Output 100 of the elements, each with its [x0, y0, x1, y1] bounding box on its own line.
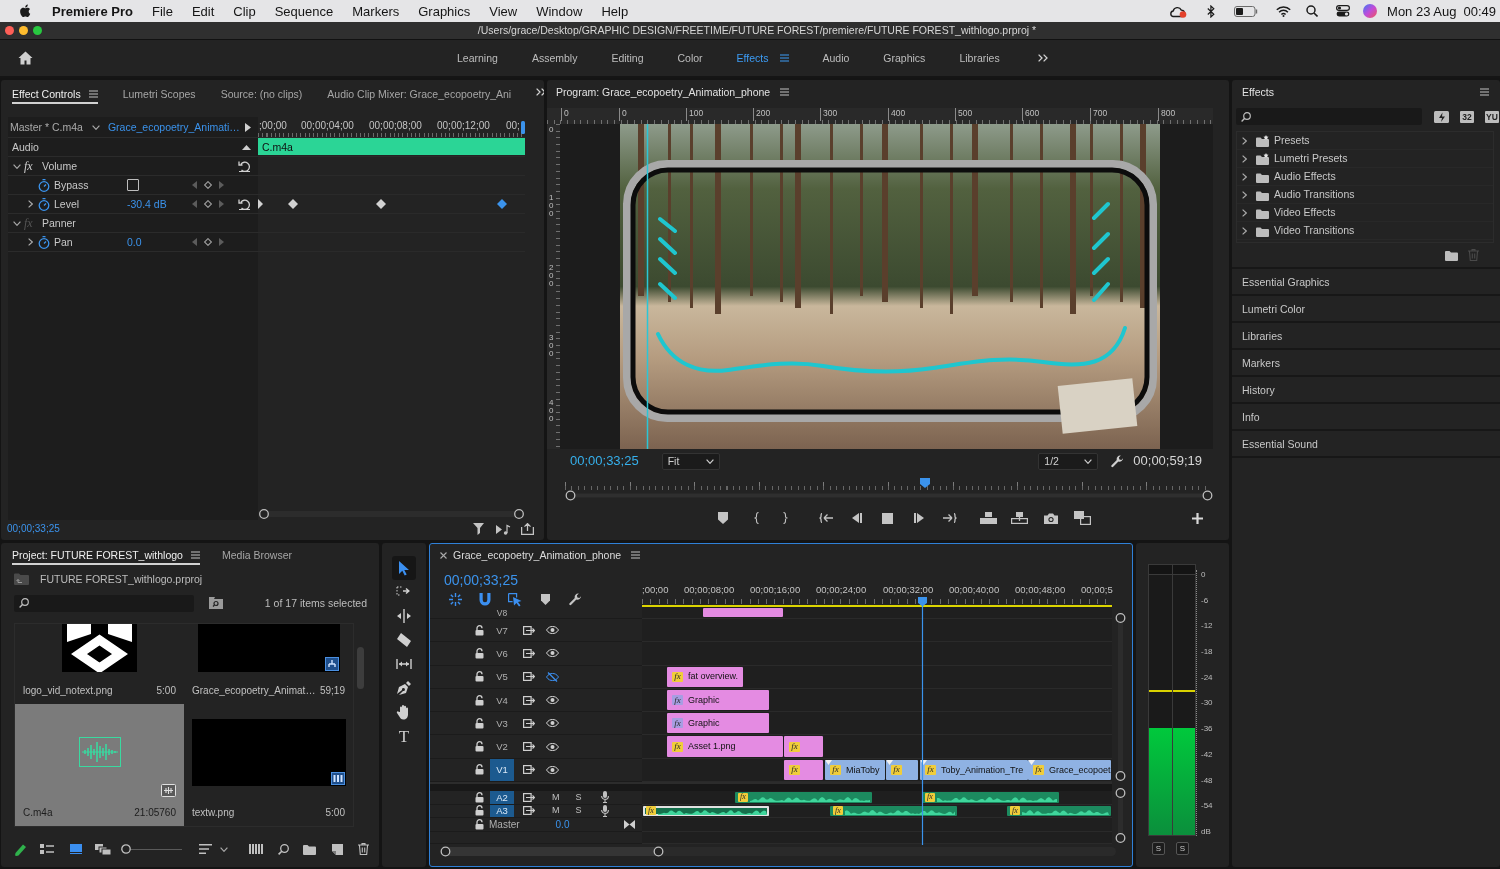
orb-icon[interactable]: [1363, 4, 1378, 18]
wifi-icon[interactable]: [1276, 5, 1292, 17]
tree-item[interactable]: Presets: [1237, 132, 1493, 150]
bowtie-icon[interactable]: [624, 820, 635, 830]
microphone-icon[interactable]: [600, 791, 609, 804]
block-on-outline-icon[interactable]: [1011, 512, 1028, 524]
stopwatch-icon[interactable]: [38, 197, 50, 211]
diamond-icon[interactable]: [204, 181, 212, 189]
graphic-clip[interactable]: fx: [784, 736, 823, 757]
keyframe-icon[interactable]: [376, 199, 386, 209]
frame-arrow-icon[interactable]: [523, 742, 535, 752]
menu-icon[interactable]: [1480, 88, 1489, 96]
menu-icon[interactable]: [780, 88, 790, 96]
chevron-right-icon[interactable]: [1242, 208, 1247, 217]
overlapping-squares-icon[interactable]: [1074, 511, 1091, 525]
video-clip[interactable]: fx Grace_ecopoet: [1028, 759, 1111, 781]
pointer-box-icon[interactable]: [508, 592, 522, 607]
chevron-right-icon[interactable]: [1242, 136, 1247, 145]
unlock-icon[interactable]: [475, 764, 484, 776]
solo-button[interactable]: S: [1152, 842, 1165, 855]
panel-header[interactable]: History: [1232, 375, 1500, 402]
track-label[interactable]: V5: [490, 665, 514, 688]
close-window-icon[interactable]: [5, 26, 14, 35]
search-icon[interactable]: [1306, 5, 1319, 17]
left-triangle-icon[interactable]: [192, 200, 197, 208]
stopwatch-icon[interactable]: [38, 235, 50, 249]
slider-thumb[interactable]: [121, 844, 131, 854]
step-back-icon[interactable]: [852, 513, 862, 523]
frame-arrow-icon[interactable]: [523, 792, 535, 802]
playhead[interactable]: [917, 597, 928, 845]
search-field[interactable]: [14, 594, 194, 612]
video-clip[interactable]: fx: [886, 759, 918, 781]
folder-search-icon[interactable]: [209, 597, 223, 609]
menu-item[interactable]: Window: [536, 3, 583, 19]
right-triangle-icon[interactable]: [219, 200, 224, 208]
unlock-icon[interactable]: [475, 647, 484, 659]
unlock-icon[interactable]: [475, 741, 484, 753]
play-note-icon[interactable]: [496, 523, 511, 535]
frame-arrow-icon[interactable]: [523, 695, 535, 705]
marker-icon[interactable]: [718, 512, 728, 524]
reset-icon[interactable]: [238, 160, 251, 172]
filter-toggle[interactable]: 32: [1460, 110, 1474, 123]
menu-icon[interactable]: [190, 551, 200, 559]
pencil-icon[interactable]: [15, 842, 26, 856]
frame-arrow-icon[interactable]: [523, 806, 535, 816]
audio-clip[interactable]: fx: [735, 792, 872, 803]
list-view-icon[interactable]: [40, 844, 54, 854]
menu-icon[interactable]: [88, 90, 98, 98]
track-label[interactable]: V1: [490, 758, 514, 782]
block-on-bar-icon[interactable]: [980, 512, 997, 524]
workspace-tab[interactable]: Audio: [822, 52, 850, 64]
blade-icon[interactable]: [396, 632, 412, 648]
panel-header[interactable]: Info: [1232, 402, 1500, 429]
reset-icon[interactable]: [238, 198, 251, 210]
property-value[interactable]: 0.0: [127, 235, 142, 249]
graphic-clip[interactable]: fx Graphic: [667, 689, 769, 711]
keyframe-icon[interactable]: [288, 199, 298, 209]
video-clip[interactable]: fx Toby_Animation_Tre: [920, 759, 1028, 781]
eye-icon[interactable]: [546, 719, 559, 728]
home-icon[interactable]: [18, 51, 33, 65]
type-tool[interactable]: T: [395, 727, 413, 745]
checkbox[interactable]: [127, 179, 139, 191]
app-menu[interactable]: Premiere Pro: [52, 3, 133, 19]
frame-arrow-icon[interactable]: [523, 765, 535, 775]
master-volume-value[interactable]: 0.0: [555, 818, 570, 831]
eye-icon[interactable]: [546, 649, 559, 658]
frame-arrow-icon[interactable]: [523, 718, 535, 728]
filter-icon[interactable]: [473, 523, 485, 535]
chevron-right-icon[interactable]: [27, 238, 33, 246]
track-label[interactable]: V3: [490, 712, 514, 735]
diamond-icon[interactable]: [204, 238, 212, 246]
toggle-switches-icon[interactable]: [1336, 5, 1351, 17]
keyframe-icon[interactable]: [497, 199, 507, 209]
unlock-icon[interactable]: [475, 717, 484, 729]
menu-item[interactable]: Markers: [352, 3, 400, 19]
close-icon[interactable]: [440, 551, 447, 559]
workspace-tab[interactable]: Effects: [736, 52, 789, 64]
wrench-icon[interactable]: [1111, 454, 1125, 468]
eye-icon[interactable]: [546, 696, 559, 705]
eye-icon[interactable]: [546, 742, 559, 751]
minimize-window-icon[interactable]: [19, 26, 28, 35]
workspace-tab[interactable]: Editing: [611, 52, 644, 64]
mute-toggle[interactable]: M: [552, 805, 560, 817]
scroll-bar[interactable]: [258, 508, 525, 520]
audio-clip[interactable]: fx: [922, 792, 1059, 803]
unlock-icon[interactable]: [475, 624, 484, 636]
right-triangle-icon[interactable]: [219, 181, 224, 189]
chevron-right-icon[interactable]: [1242, 190, 1247, 199]
panel-tab[interactable]: Source: (no clips): [220, 84, 303, 104]
play-triangle-icon[interactable]: [245, 122, 251, 132]
solo-toggle[interactable]: S: [575, 805, 582, 817]
panel-header[interactable]: Libraries: [1232, 321, 1500, 348]
chevron-down-icon[interactable]: [13, 163, 21, 169]
panel-header[interactable]: Essential Sound: [1232, 429, 1500, 456]
plus-icon[interactable]: [1192, 512, 1203, 524]
filter-toggle[interactable]: YU: [1485, 110, 1499, 123]
export-icon[interactable]: [521, 523, 534, 535]
media-item[interactable]: C.m4a 21:05760: [15, 704, 184, 826]
camera-icon[interactable]: [1044, 512, 1058, 524]
up-triangle-icon[interactable]: [242, 144, 251, 150]
